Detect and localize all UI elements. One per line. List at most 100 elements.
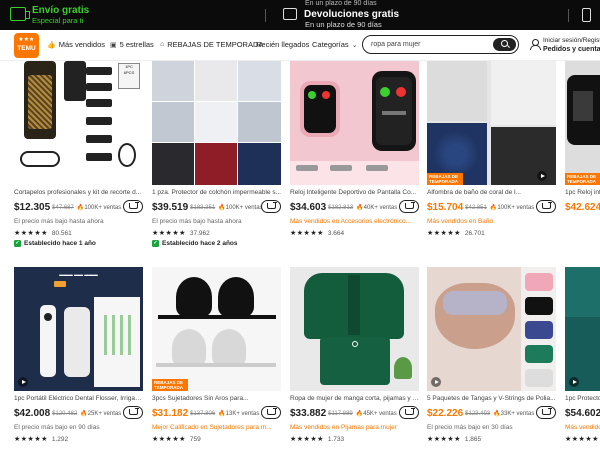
product-card[interactable]: Ropa de mujer de manga corta, pijamas y … [290, 267, 419, 443]
rating-count: 1.733 [327, 435, 345, 443]
product-title[interactable]: 3pcs Sujetadores Sin Aros para... [152, 395, 281, 403]
product-old-price: $42.851 [465, 204, 487, 211]
star-badge-icon: ▣ [110, 41, 117, 49]
rating-count: 1.865 [464, 435, 482, 443]
product-card[interactable]: ▬▬▬ ▬▬ ▬▬▬ 1pc Portátil Eléctrico Dental… [14, 267, 143, 443]
nav-new-arrivals[interactable]: Recién llegados [256, 40, 309, 49]
product-title[interactable]: Alfombra de baño de coral de l... [427, 189, 556, 197]
product-card[interactable]: 1 pza. Protector de colchón impermeable … [152, 61, 281, 247]
product-old-price: $123.493 [465, 410, 491, 417]
product-price: $39.519 [152, 202, 189, 213]
seasonal-sale-badge: REBAJAS DE TEMPORADA [152, 379, 188, 391]
product-title[interactable]: 1 pza. Protector de colchón impermeable … [152, 189, 281, 197]
product-card[interactable]: REBAJAS DE TEMPORADA 3pcs Sujetadores Si… [152, 267, 281, 443]
play-video-icon[interactable] [18, 377, 28, 387]
product-card[interactable]: 1pc Protector $54.602 Más vendidos ★★★★★ [565, 267, 600, 443]
free-returns-prev: En un plazo de 90 días [305, 0, 377, 7]
product-price: $33.882 [290, 408, 327, 419]
price-row: $39.519 $183.351 🔥100K+ ventas [152, 200, 281, 215]
product-price: $12.305 [14, 202, 51, 213]
logo-text: TEMU [17, 45, 36, 52]
add-to-cart-button[interactable] [261, 200, 281, 213]
product-old-price: $120.482 [52, 410, 78, 417]
product-image-smartwatch[interactable] [290, 61, 419, 185]
product-title[interactable]: 1pc Protector [565, 395, 600, 403]
add-to-cart-button[interactable] [536, 406, 556, 419]
free-returns-subtitle: En un plazo de 90 días [305, 20, 382, 29]
product-price: $15.704 [427, 202, 464, 213]
established-label: Establecido hace 1 año [24, 240, 96, 247]
play-video-icon[interactable] [537, 171, 547, 181]
free-shipping-banner[interactable]: Envío gratis Especial para ti [10, 5, 89, 25]
rating: ★★★★★ 80.561 [14, 229, 143, 238]
product-grid: 1PC 6PCS Cortapelos profesionales y kit d… [0, 61, 600, 455]
product-card[interactable]: REBAJAS DE TEMPORADA 1pc Reloj inteligen… [565, 61, 600, 215]
product-image-underwear[interactable] [427, 267, 556, 391]
add-to-cart-button[interactable] [399, 200, 419, 213]
product-price: $22.226 [427, 408, 464, 419]
product-title[interactable]: 1pc Reloj inteligente [565, 189, 600, 197]
product-image-watch[interactable]: REBAJAS DE TEMPORADA [565, 61, 600, 185]
product-price: $42.008 [14, 408, 51, 419]
add-to-cart-button[interactable] [123, 200, 143, 213]
play-video-icon[interactable] [569, 377, 579, 387]
product-image-pajamas[interactable] [290, 267, 419, 391]
add-to-cart-button[interactable] [536, 200, 556, 213]
product-title[interactable]: 1pc Portátil Eléctrico Dental Flosser, I… [14, 395, 143, 403]
product-image-bras[interactable]: REBAJAS DE TEMPORADA [152, 267, 281, 391]
sign-in-label: Iniciar sesión/Registrarse [543, 37, 600, 44]
price-row: $54.602 [565, 406, 600, 421]
product-card[interactable]: Reloj Inteligente Deportivo de Pantalla … [290, 61, 419, 237]
product-card[interactable]: REBAJAS DE TEMPORADA Alfombra de baño de… [427, 61, 556, 237]
free-shipping-title: Envío gratis [32, 5, 90, 16]
product-title[interactable]: Reloj Inteligente Deportivo de Pantalla … [290, 189, 419, 197]
search-input[interactable] [371, 39, 491, 50]
sales-count: 🔥33K+ ventas [493, 411, 535, 417]
fire-icon: 🔥 [356, 205, 364, 211]
product-image-dental-flosser[interactable]: ▬▬▬ ▬▬ ▬▬▬ [14, 267, 143, 391]
add-to-cart-button[interactable] [261, 406, 281, 419]
nav-label: REBAJAS DE TEMPORADA [167, 40, 264, 49]
account-menu[interactable]: Iniciar sesión/Registrarse Pedidos y cue… [530, 37, 600, 54]
seasonal-sale-badge: REBAJAS DE TEMPORADA [427, 173, 463, 185]
nav-best-sellers[interactable]: 👍 Más vendidos [47, 40, 105, 49]
star-rating-icon: ★★★★★ [565, 436, 599, 443]
nav-five-stars[interactable]: ▣ 5 estrellas [110, 40, 154, 49]
product-image-mattress-protector[interactable] [152, 61, 281, 185]
truck-icon [10, 7, 30, 21]
product-image-hair-clipper[interactable]: 1PC 6PCS [14, 61, 143, 185]
product-card[interactable]: 1PC 6PCS Cortapelos profesionales y kit d… [14, 61, 143, 247]
play-video-icon[interactable] [431, 377, 441, 387]
nav-seasonal-sale[interactable]: ⌂ REBAJAS DE TEMPORADA [160, 40, 263, 49]
product-title[interactable]: Cortapelos profesionales y kit de recort… [14, 189, 143, 197]
add-to-cart-button[interactable] [123, 406, 143, 419]
price-row: $33.882 $117.889 🔥45K+ ventas [290, 406, 419, 421]
sales-count: 🔥100K+ ventas [218, 205, 263, 211]
star-rating-icon: ★★★★★ [427, 436, 461, 443]
product-old-price: $137.806 [190, 410, 216, 417]
product-note: Más vendidos en Pijamas para mujer [290, 424, 397, 431]
product-title[interactable]: 5 Paquetes de Tangas y V-Strings de Poli… [427, 395, 556, 403]
rating: ★★★★★ 1.292 [14, 435, 143, 444]
product-price: $42.624 [565, 202, 600, 213]
rating-count: 37.962 [189, 229, 210, 237]
nav-categories[interactable]: Categorías ⌄ [312, 40, 358, 49]
free-returns-banner[interactable]: En un plazo de 90 días Devoluciones grat… [283, 0, 399, 29]
product-image-protector[interactable] [565, 267, 600, 391]
promo-banner: Envío gratis Especial para ti En un plaz… [0, 0, 600, 30]
thumbs-up-icon: 👍 [47, 41, 56, 49]
temu-logo[interactable]: 🟊🟊🟊 TEMU [14, 33, 39, 58]
search-button[interactable] [493, 37, 516, 51]
fire-icon: 🔥 [218, 411, 226, 417]
add-to-cart-button[interactable] [399, 406, 419, 419]
established-badge: ✓ Establecido hace 1 año [14, 240, 143, 247]
product-image-bath-mat[interactable]: REBAJAS DE TEMPORADA [427, 61, 556, 185]
star-rating-icon: ★★★★★ [14, 436, 48, 443]
product-note: El precio más bajo hasta ahora [14, 218, 104, 225]
product-note: Mejor Calificado en Sujetadores para m..… [152, 424, 272, 431]
rating-count: 80.561 [51, 229, 72, 237]
product-card[interactable]: 5 Paquetes de Tangas y V-Strings de Poli… [427, 267, 556, 443]
sales-count: 🔥13K+ ventas [218, 411, 260, 417]
product-title[interactable]: Ropa de mujer de manga corta, pijamas y … [290, 395, 419, 403]
phone-icon[interactable] [582, 8, 591, 22]
